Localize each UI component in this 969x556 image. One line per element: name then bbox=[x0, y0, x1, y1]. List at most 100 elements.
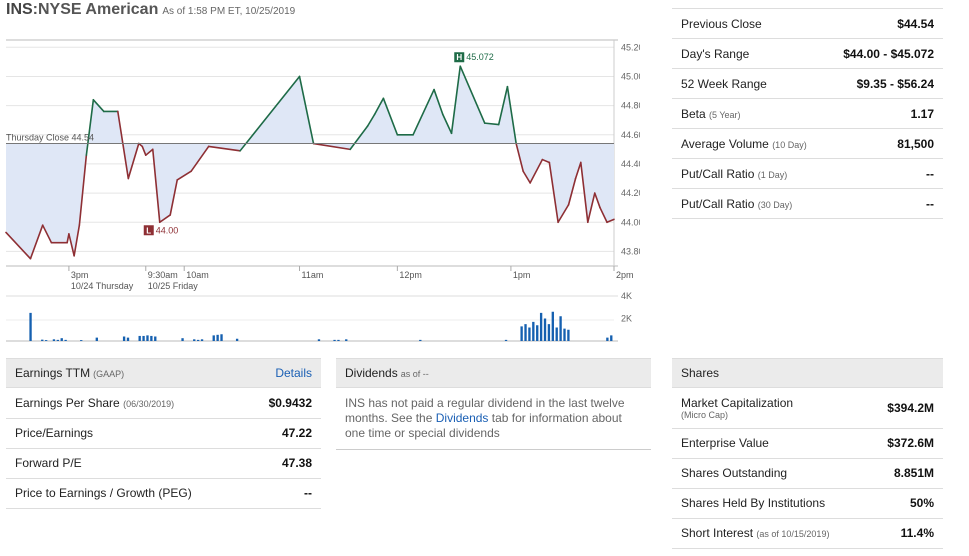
quote_stats-label: Put/Call Ratio bbox=[681, 166, 755, 181]
earnings-title: Earnings TTM bbox=[15, 366, 91, 380]
shares.rows-row: Shares Outstanding 8.851M bbox=[672, 458, 943, 489]
volume-bar bbox=[80, 340, 83, 341]
volume-bar bbox=[193, 339, 196, 341]
shares-panel: Shares Market Capitalization (Micro Cap)… bbox=[672, 358, 943, 549]
quote_stats-label-cell: Previous Close bbox=[672, 8, 827, 39]
volume-bar bbox=[216, 334, 219, 341]
dividends-title: Dividends bbox=[345, 366, 398, 380]
dividends-panel: Dividends as of -- INS has not paid a reg… bbox=[336, 358, 651, 450]
shares.rows-value: 11.4% bbox=[867, 518, 943, 549]
x-tick-label: 2pm bbox=[616, 270, 634, 280]
y-tick-label: 44.20 bbox=[621, 188, 640, 198]
volume-bar bbox=[196, 339, 200, 341]
earnings.rows-value: 47.22 bbox=[245, 418, 321, 449]
volume-bar bbox=[539, 312, 543, 341]
volume-bar bbox=[563, 328, 566, 341]
shares-header: Shares bbox=[672, 358, 943, 388]
quote_stats-label-cell: Put/Call Ratio (1 Day) bbox=[672, 158, 827, 189]
x-tick-label: 1pm bbox=[513, 270, 531, 280]
x-tick-label: 3pm bbox=[71, 270, 89, 280]
y-tick-label: 45.20 bbox=[621, 42, 640, 52]
volume-bar bbox=[610, 335, 613, 341]
prev-close-area bbox=[6, 66, 614, 259]
quote_stats-row: Put/Call Ratio (30 Day) -- bbox=[672, 188, 943, 219]
quote_stats-label-cell: Beta (5 Year) bbox=[672, 98, 827, 129]
earnings.rows-label: Earnings Per Share bbox=[15, 395, 120, 410]
shares.rows-label: Shares Outstanding bbox=[681, 466, 788, 480]
volume-bar bbox=[138, 335, 141, 341]
quote_stats-row: Day's Range $44.00 - $45.072 bbox=[672, 38, 943, 69]
shares.rows-label: Market Capitalization bbox=[681, 395, 794, 410]
earnings.rows-label-cell: Price/Earnings bbox=[6, 418, 246, 449]
volume-bar bbox=[56, 339, 60, 341]
y-tick-label: 43.80 bbox=[621, 246, 640, 256]
shares.rows-value: $394.2M bbox=[867, 388, 943, 429]
earnings.rows-label: Price/Earnings bbox=[15, 426, 94, 440]
high-label: 45.072 bbox=[466, 52, 494, 62]
volume-bar bbox=[142, 335, 145, 341]
earnings.rows-value: 47.38 bbox=[245, 448, 321, 479]
quote_stats-value: 81,500 bbox=[826, 128, 943, 159]
volume-bar bbox=[122, 336, 126, 341]
quote_stats-value: $44.54 bbox=[826, 8, 943, 39]
y-tick-label: 44.60 bbox=[621, 130, 640, 140]
shares.rows-row: Shares Held By Institutions 50% bbox=[672, 488, 943, 519]
shares.rows-label: Enterprise Value bbox=[681, 436, 769, 450]
earnings.rows-value: -- bbox=[245, 478, 321, 509]
shares.rows-label-cell: Short Interest (as of 10/15/2019) bbox=[672, 518, 868, 549]
earnings.rows-sublabel: (06/30/2019) bbox=[123, 398, 175, 409]
prev-close-label: Thursday Close 44.54 bbox=[6, 133, 94, 143]
y-axis: 45.20 45.00 44.80 44.60 44.40 44.20 44.00 43.80 bbox=[621, 42, 640, 256]
quote_stats-label: 52 Week Range bbox=[681, 76, 767, 91]
volume-bar bbox=[532, 321, 535, 341]
earnings.rows-label-cell: Forward P/E bbox=[6, 448, 246, 479]
quote_stats-value: -- bbox=[826, 158, 943, 189]
chart-grid bbox=[6, 39, 618, 342]
volume-bar bbox=[200, 339, 204, 341]
volume-bar bbox=[146, 335, 149, 341]
volume-bar bbox=[551, 311, 554, 341]
quote_stats-label-cell: 52 Week Range bbox=[672, 68, 827, 99]
x-tick-sublabel: 10/24 Thursday bbox=[71, 281, 134, 291]
high-marker: H 45.072 bbox=[454, 52, 494, 63]
volume-bar bbox=[60, 338, 63, 341]
volume-bar bbox=[337, 339, 340, 341]
volume-bar bbox=[95, 337, 98, 341]
volume-bar bbox=[543, 318, 547, 341]
volume-bar bbox=[606, 337, 609, 341]
quote_stats-sublabel: (10 Day) bbox=[772, 139, 807, 150]
details-link[interactable]: Details bbox=[275, 366, 312, 380]
volume-bar bbox=[220, 334, 223, 341]
shares.rows-label: Short Interest bbox=[681, 526, 754, 540]
y-tick-label: 44.00 bbox=[621, 217, 640, 227]
earnings.rows-label-cell: Price to Earnings / Growth (PEG) bbox=[6, 478, 246, 509]
volume-bar bbox=[559, 316, 562, 341]
quote_stats-row: Previous Close $44.54 bbox=[672, 8, 943, 39]
quote_stats-label: Day's Range bbox=[681, 46, 750, 61]
earnings.rows-label: Price to Earnings / Growth (PEG) bbox=[15, 486, 192, 500]
quote_stats-label-cell: Average Volume (10 Day) bbox=[672, 128, 827, 159]
volume-bar bbox=[528, 327, 531, 341]
volume-bar bbox=[345, 339, 348, 341]
quote_stats-label: Beta bbox=[681, 106, 706, 121]
x-tick-sublabel: 10/25 Friday bbox=[148, 281, 199, 291]
quote_stats-value: 1.17 bbox=[826, 98, 943, 129]
earnings.rows-value: $0.9432 bbox=[245, 388, 321, 419]
shares-title: Shares bbox=[681, 366, 720, 380]
low-marker: L 44.00 bbox=[143, 225, 178, 236]
x-axis: 3pm10/24 Thursday 9:30am10/25 Friday10am 1… bbox=[68, 266, 634, 291]
shares.rows-value: 50% bbox=[867, 488, 943, 519]
volume-bar bbox=[333, 339, 336, 341]
y-tick-label: 45.00 bbox=[621, 71, 640, 81]
shares.rows-label-cell: Enterprise Value bbox=[672, 428, 868, 459]
dividends-header: Dividends as of -- bbox=[336, 358, 651, 388]
high-badge: H bbox=[456, 53, 462, 62]
volume-bar bbox=[150, 335, 153, 341]
volume-bar bbox=[52, 339, 56, 341]
dividends-tab-link[interactable]: Dividends bbox=[436, 411, 489, 425]
as-of-timestamp: As of 1:58 PM ET, 10/25/2019 bbox=[162, 6, 296, 17]
volume-bar bbox=[181, 338, 184, 341]
earnings.rows-row: Earnings Per Share (06/30/2019) $0.9432 bbox=[6, 388, 321, 419]
quote_stats-label: Average Volume bbox=[681, 136, 769, 151]
intraday-chart[interactable]: Thursday Close 44.54 45.20 45.00 44.80 44.6… bbox=[0, 18, 640, 348]
